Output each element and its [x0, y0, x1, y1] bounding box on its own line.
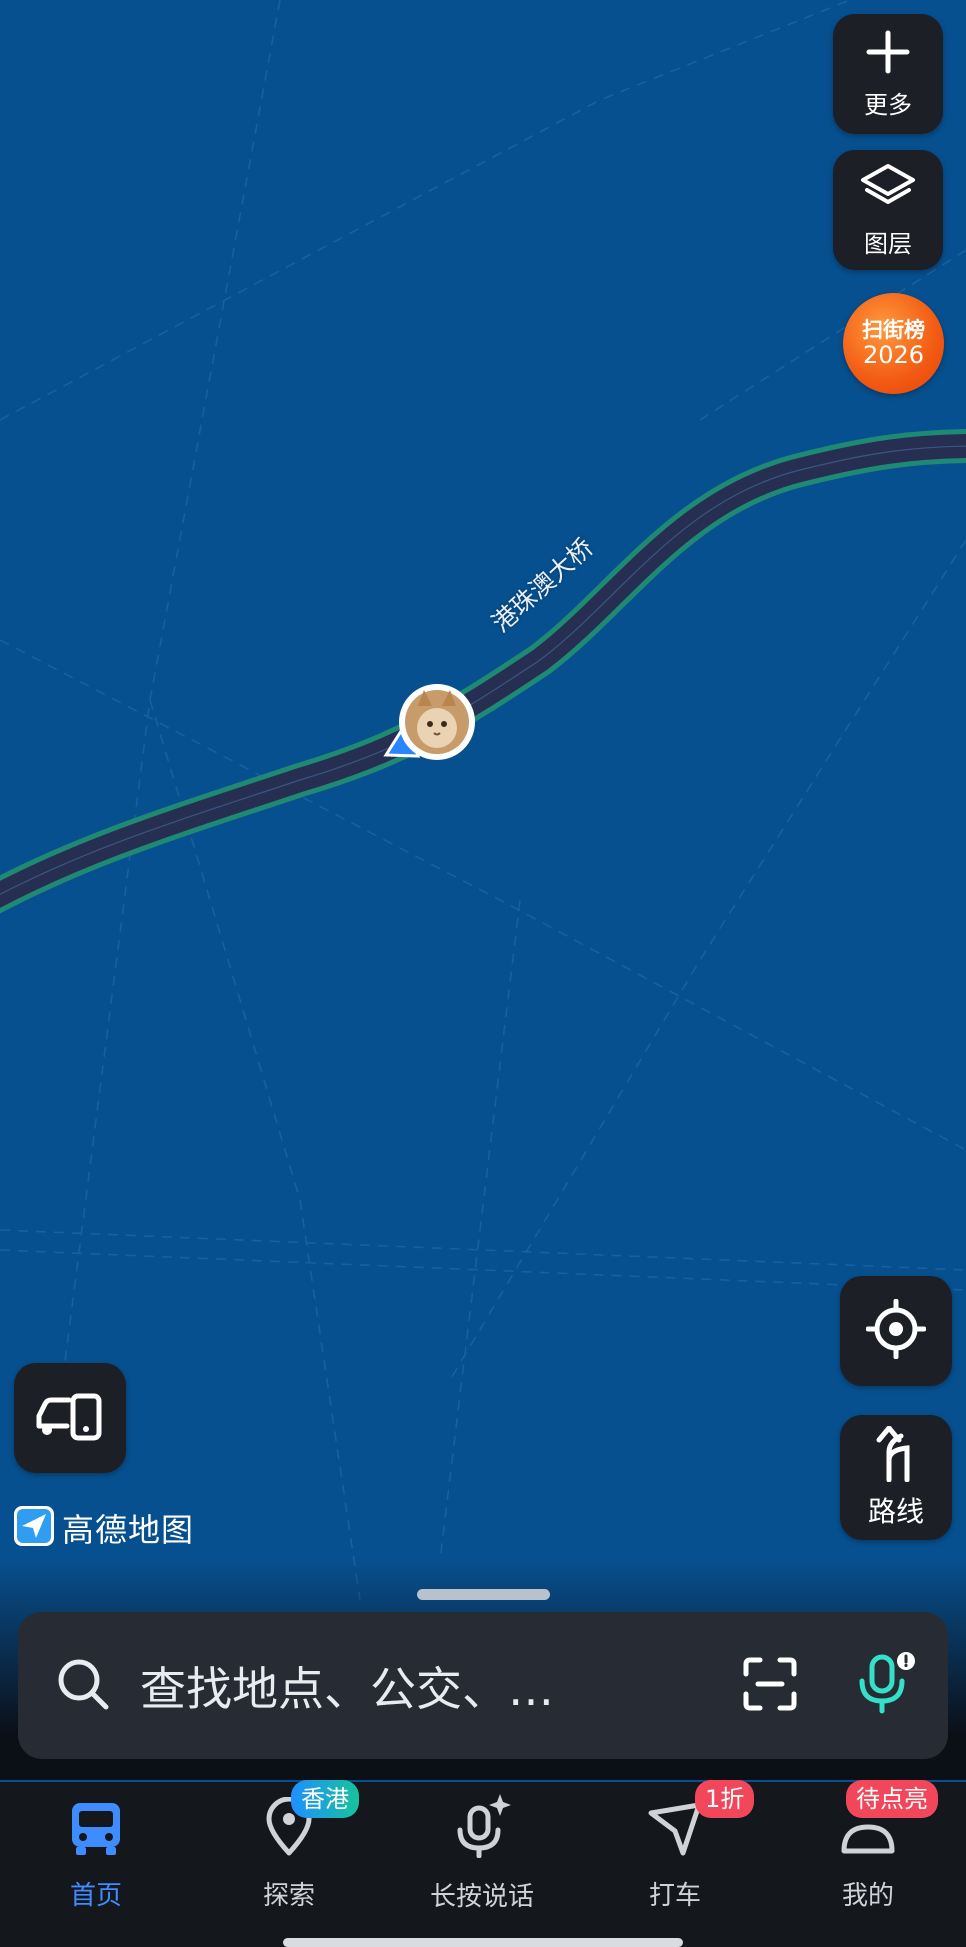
tab-home[interactable]: 首页	[6, 1792, 186, 1912]
tab-taxi[interactable]: 打车 1折	[585, 1780, 765, 1912]
locate-me-button[interactable]	[840, 1276, 952, 1386]
tab-explore-label: 探索	[262, 1881, 315, 1911]
more-label: 更多	[864, 90, 912, 119]
tab-voice[interactable]: 长按说话	[392, 1792, 572, 1912]
route-button[interactable]: 路线	[840, 1415, 952, 1540]
search-input[interactable]: 查找地点、公交、…	[140, 1653, 742, 1719]
tab-home-label: 首页	[69, 1881, 122, 1911]
car-phone-button[interactable]	[14, 1363, 126, 1473]
scan-icon[interactable]	[742, 1656, 798, 1716]
tab-explore[interactable]: 探索 香港	[199, 1780, 379, 1912]
amap-logo: 高德地图	[14, 1505, 194, 1551]
mine-badge: 待点亮	[846, 1780, 938, 1818]
tab-taxi-label: 打车	[648, 1881, 701, 1911]
amap-logo-text: 高德地图	[62, 1511, 195, 1549]
explore-badge: 香港	[291, 1780, 359, 1818]
user-location-marker[interactable]	[383, 684, 475, 760]
microphone-sparkle-icon	[450, 1792, 514, 1862]
profile-icon	[838, 1817, 898, 1861]
car-phone-icon	[35, 1388, 105, 1448]
tab-voice-label: 长按说话	[429, 1882, 534, 1912]
scan-street-ranking-badge[interactable]: 扫街榜 2026	[843, 293, 944, 394]
sheet-drag-handle[interactable]	[417, 1589, 550, 1600]
more-button[interactable]: 更多	[833, 14, 943, 134]
voice-assistant-icon[interactable]	[850, 1649, 920, 1723]
route-label: 路线	[867, 1494, 924, 1528]
bus-icon	[66, 1801, 126, 1861]
layers-button[interactable]: 图层	[833, 150, 943, 270]
badge-year: 2026	[862, 340, 925, 369]
bottom-tab-bar: 首页 探索 香港 长按说话 打车 1折 我的 待点亮	[0, 1780, 966, 1947]
taxi-badge: 1折	[695, 1780, 755, 1818]
crosshair-icon	[865, 1298, 927, 1363]
plus-icon	[865, 29, 911, 79]
search-bar[interactable]: 查找地点、公交、…	[18, 1612, 948, 1759]
home-indicator	[283, 1938, 683, 1947]
amap-logo-icon	[14, 1506, 54, 1550]
tab-mine[interactable]: 我的 待点亮	[778, 1780, 958, 1912]
layers-label: 图层	[864, 229, 912, 258]
search-icon	[54, 1655, 112, 1717]
road	[0, 434, 966, 908]
taxi-arrow-icon	[645, 1801, 705, 1861]
layers-icon	[859, 162, 917, 218]
route-fork-icon	[873, 1425, 919, 1486]
badge-title: 扫街榜	[862, 317, 925, 342]
tab-mine-label: 我的	[841, 1881, 894, 1911]
